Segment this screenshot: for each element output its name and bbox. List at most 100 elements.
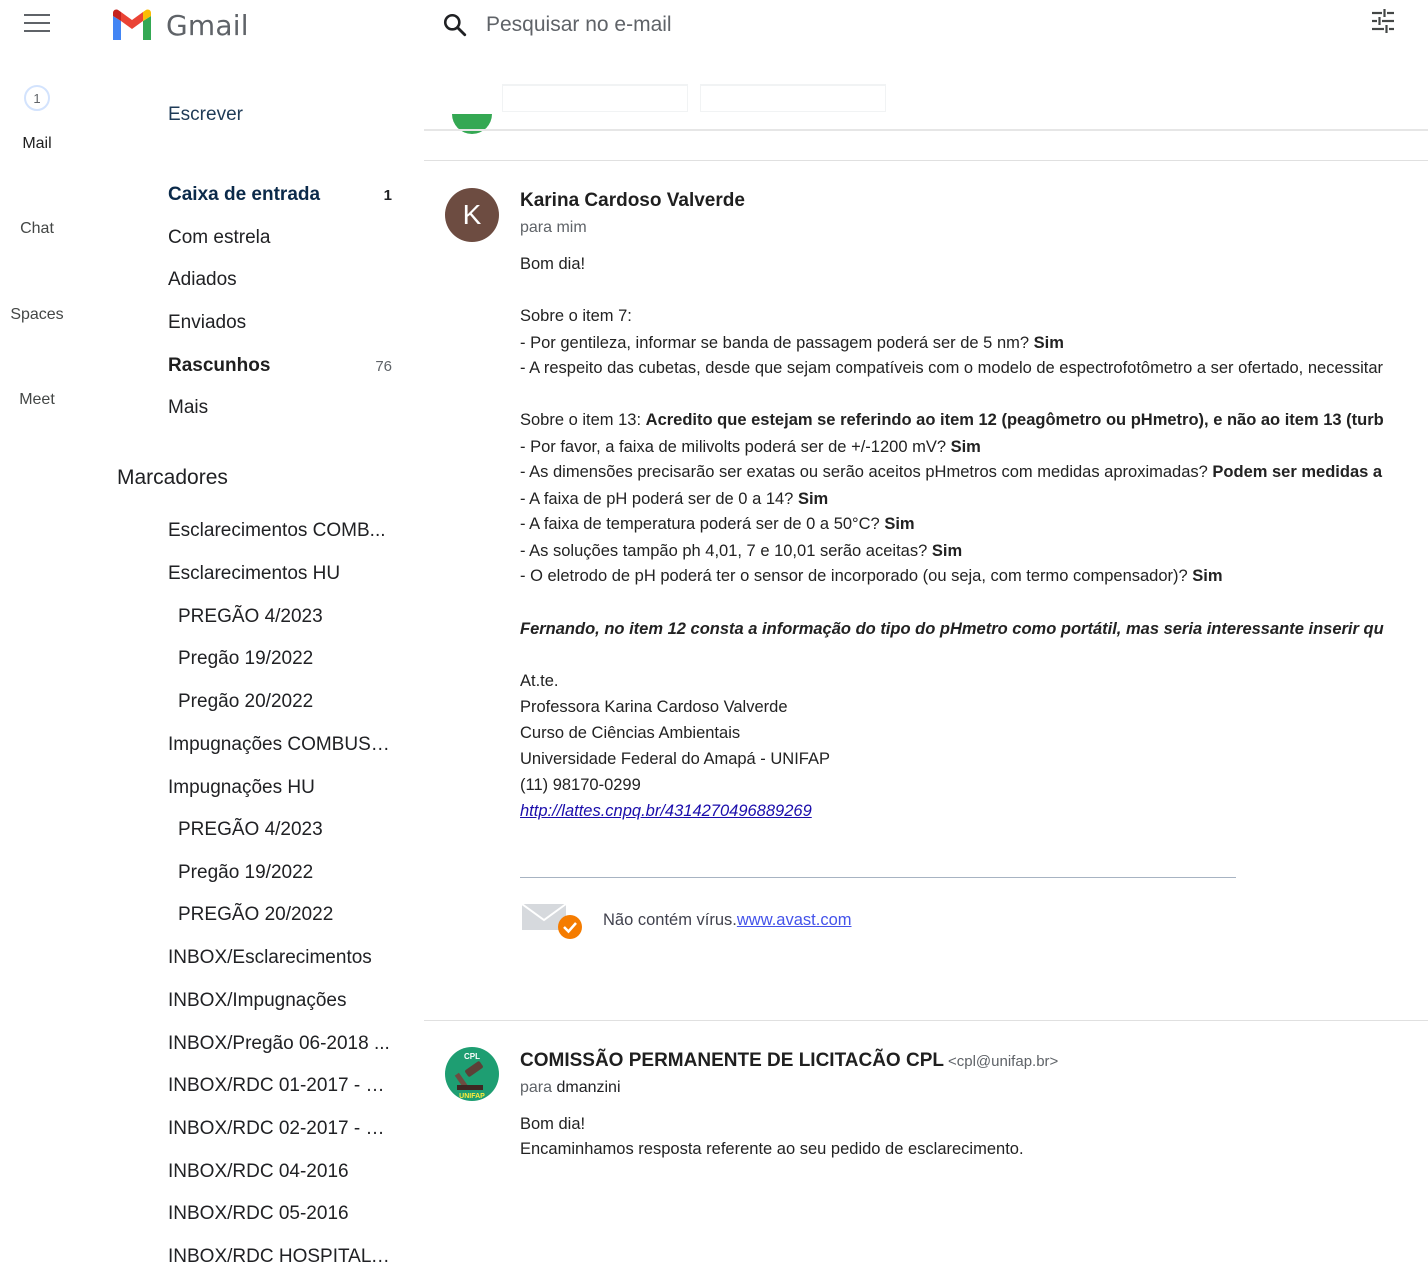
recipient-line[interactable]: para mim bbox=[520, 219, 587, 237]
body-text: Encaminhamos resposta referente ao seu p… bbox=[520, 1140, 1024, 1158]
question-text: - A faixa de pH poderá ser de 0 a 14? bbox=[520, 490, 798, 508]
question-text: - As soluções tampão ph 4,01, 7 e 10,01 … bbox=[520, 542, 932, 560]
body-item7-heading: Sobre o item 7: bbox=[520, 307, 632, 325]
body-question: - As dimensões precisarão ser exatas ou … bbox=[520, 463, 1382, 482]
rail-chat[interactable]: Chat bbox=[0, 220, 74, 238]
label-item[interactable]: PREGÃO 20/2022 bbox=[178, 901, 403, 929]
label-item[interactable]: PREGÃO 4/2023 bbox=[178, 816, 403, 844]
nav-drafts-label: Rascunhos bbox=[168, 355, 271, 376]
cpl-avatar-bottom-text: UNIFAP bbox=[459, 1093, 485, 1100]
question-text: - Por favor, a faixa de milivolts poderá… bbox=[520, 438, 951, 456]
nav-starred[interactable]: Com estrela bbox=[168, 223, 398, 253]
body-question: - A faixa de temperatura poderá ser de 0… bbox=[520, 515, 915, 534]
gmail-m-icon bbox=[113, 9, 151, 40]
signature-lattes-link[interactable]: http://lattes.cnpq.br/4314270496889269 bbox=[520, 802, 812, 821]
top-bar: Gmail bbox=[0, 0, 1428, 50]
answer-text: Sim bbox=[1192, 567, 1223, 585]
gmail-logo[interactable]: Gmail bbox=[110, 8, 249, 42]
signature-name: Professora Karina Cardoso Valverde bbox=[520, 698, 788, 716]
question-text: - O eletrodo de pH poderá ter o sensor d… bbox=[520, 567, 1193, 585]
gmail-wordmark: Gmail bbox=[166, 8, 249, 42]
body-question: - Por favor, a faixa de milivolts poderá… bbox=[520, 438, 981, 457]
signature-course: Curso de Ciências Ambientais bbox=[520, 724, 741, 742]
body-question: - A faixa de pH poderá ser de 0 a 14? Si… bbox=[520, 490, 828, 509]
avast-label: Não contém vírus. bbox=[603, 911, 737, 929]
search-bar bbox=[432, 4, 1392, 46]
body-question: - O eletrodo de pH poderá ter o sensor d… bbox=[520, 567, 1223, 586]
label-item[interactable]: INBOX/Impugnações bbox=[168, 987, 393, 1015]
label-item[interactable]: INBOX/RDC 01-2017 - Bi... bbox=[168, 1072, 393, 1100]
toolbar-placeholder-block bbox=[502, 84, 688, 112]
label-item[interactable]: INBOX/RDC 04-2016 bbox=[168, 1158, 393, 1186]
answer-text: Sim bbox=[1033, 334, 1064, 352]
nav-more[interactable]: Mais bbox=[168, 393, 398, 423]
search-icon[interactable] bbox=[442, 12, 468, 38]
label-item[interactable]: Esclarecimentos COMB... bbox=[168, 517, 393, 545]
body-item13: Sobre o item 13: Acredito que estejam se… bbox=[520, 411, 1384, 430]
labels-heading: Marcadores bbox=[117, 466, 228, 489]
sender-email: <cpl@unifap.br> bbox=[948, 1053, 1059, 1070]
body-greeting: Bom dia! bbox=[520, 1115, 586, 1133]
avast-footer: Não contém vírus.www.avast.com bbox=[520, 900, 920, 942]
nav-drafts[interactable]: Rascunhos 76 bbox=[168, 351, 398, 381]
label-item[interactable]: INBOX/Pregão 06-2018 ... bbox=[168, 1030, 393, 1058]
answer-text: Sim bbox=[884, 515, 915, 533]
item13-note: Acredito que estejam se referindo ao ite… bbox=[645, 411, 1384, 429]
label-item[interactable]: Pregão 20/2022 bbox=[178, 688, 403, 716]
signature-university: Universidade Federal do Amapá - UNIFAP bbox=[520, 750, 830, 768]
answer-text: Sim bbox=[797, 490, 829, 508]
compose-button[interactable]: Escrever bbox=[168, 104, 243, 126]
message-separator bbox=[424, 160, 1428, 161]
avast-text: Não contém vírus.www.avast.com bbox=[603, 911, 852, 930]
sender-name[interactable]: Karina Cardoso Valverde bbox=[520, 190, 745, 212]
question-text: - As dimensões precisarão ser exatas ou … bbox=[520, 463, 1213, 481]
search-options-icon[interactable] bbox=[1368, 6, 1398, 36]
label-item[interactable]: Impugnações HU bbox=[168, 774, 393, 802]
label-item[interactable]: Esclarecimentos HU bbox=[168, 560, 393, 588]
nav-sent[interactable]: Enviados bbox=[168, 308, 398, 338]
sender-avatar[interactable]: K bbox=[445, 188, 499, 242]
label-item[interactable]: Pregão 19/2022 bbox=[178, 859, 403, 887]
avast-link[interactable]: www.avast.com bbox=[737, 911, 852, 929]
virus-free-envelope-icon bbox=[522, 903, 582, 939]
nav-drafts-count: 76 bbox=[375, 357, 392, 375]
recipient-prefix: para bbox=[520, 219, 557, 236]
sender-avatar[interactable]: CPL UNIFAP bbox=[445, 1047, 499, 1101]
answer-text: Sim bbox=[950, 438, 981, 456]
sender-name-text: COMISSÃO PERMANENTE DE LICITACÃO CPL bbox=[520, 1050, 944, 1071]
cpl-gavel-icon: CPL UNIFAP bbox=[454, 1052, 485, 1100]
recipient-line[interactable]: para dmanzini bbox=[520, 1079, 621, 1097]
search-input[interactable] bbox=[484, 12, 1184, 38]
rail-spaces[interactable]: Spaces bbox=[0, 306, 74, 324]
label-item[interactable]: PREGÃO 4/2023 bbox=[178, 603, 403, 631]
answer-text: Podem ser medidas a bbox=[1212, 463, 1383, 481]
nav-inbox[interactable]: Caixa de entrada 1 bbox=[168, 180, 398, 210]
cpl-avatar-top-text: CPL bbox=[464, 1052, 480, 1061]
answer-text: Sim bbox=[931, 542, 963, 560]
rail-meet[interactable]: Meet bbox=[0, 391, 74, 409]
body-question: - Por gentileza, informar se banda de pa… bbox=[520, 334, 1064, 353]
recipient-prefix: para bbox=[520, 1079, 557, 1096]
item13-prefix: Sobre o item 13: bbox=[520, 411, 646, 429]
nav-snoozed-label: Adiados bbox=[168, 269, 237, 290]
label-item[interactable]: INBOX/RDC 05-2016 bbox=[168, 1200, 393, 1228]
signature-phone: (11) 98170-0299 bbox=[520, 776, 641, 794]
nav-inbox-label: Caixa de entrada bbox=[168, 184, 321, 205]
message-separator bbox=[424, 1020, 1428, 1021]
nav-snoozed[interactable]: Adiados bbox=[168, 265, 398, 295]
nav-inbox-count: 1 bbox=[383, 186, 392, 204]
main-menu-icon[interactable] bbox=[24, 14, 50, 34]
message-view: K Karina Cardoso Valverde para mim Bom d… bbox=[424, 50, 1428, 1267]
signature-divider bbox=[520, 877, 1236, 878]
label-item[interactable]: Impugnações COMBUST... bbox=[168, 731, 393, 759]
rail-mail[interactable]: Mail bbox=[0, 135, 74, 153]
collapsed-message-avatar bbox=[452, 114, 492, 134]
question-text: - A faixa de temperatura poderá ser de 0… bbox=[520, 515, 885, 533]
label-item[interactable]: INBOX/Esclarecimentos bbox=[168, 944, 393, 972]
label-item[interactable]: Pregão 19/2022 bbox=[178, 645, 403, 673]
sender-name[interactable]: COMISSÃO PERMANENTE DE LICITACÃO CPL <cpl… bbox=[520, 1050, 1058, 1072]
signature-closing: At.te. bbox=[520, 672, 559, 690]
label-item[interactable]: INBOX/RDC 02-2017 - U... bbox=[168, 1115, 393, 1143]
nav-sent-label: Enviados bbox=[168, 312, 247, 333]
body-question: - A respeito das cubetas, desde que seja… bbox=[520, 359, 1384, 377]
